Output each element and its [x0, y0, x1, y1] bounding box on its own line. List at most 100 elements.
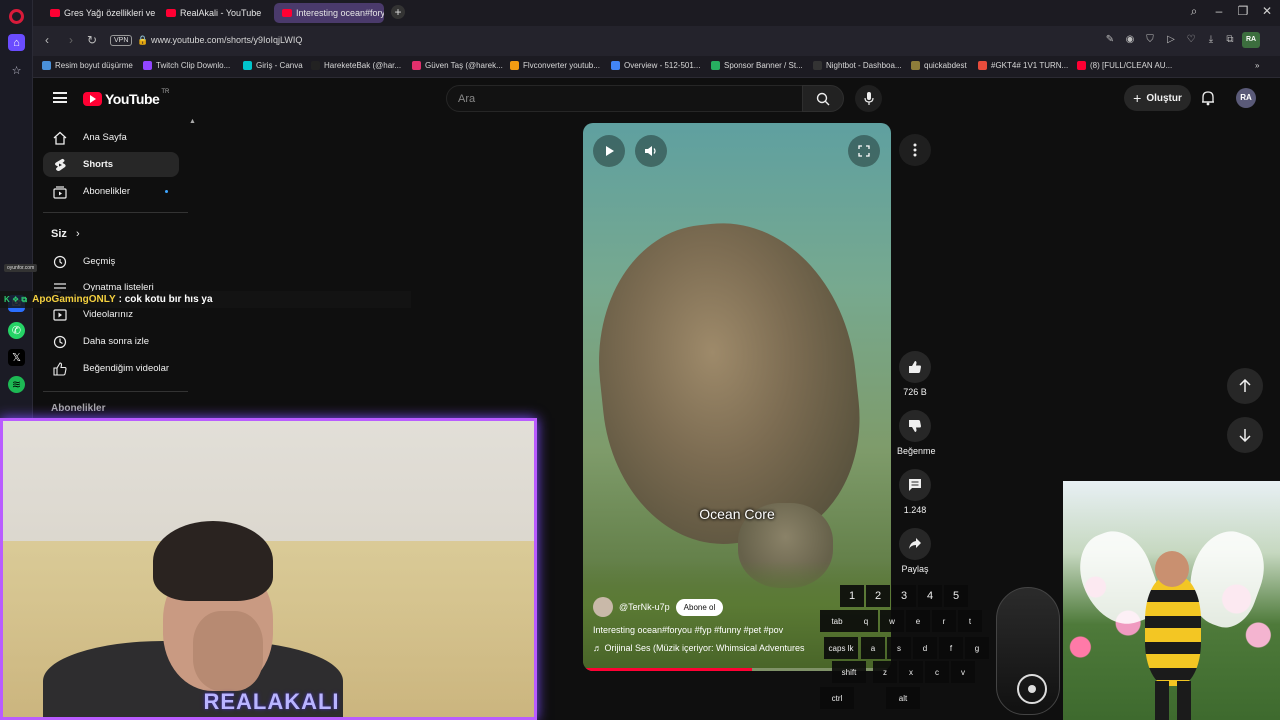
download-icon[interactable]: ⤓: [1205, 34, 1217, 46]
keyboard-key: shift: [832, 661, 866, 683]
url-field[interactable]: www.youtube.com/shorts/y9IoIqjLWIQ: [151, 35, 302, 45]
fullscreen-button[interactable]: [848, 135, 880, 167]
sidebar-item-shorts[interactable]: Shorts: [43, 152, 179, 177]
star-icon[interactable]: ☆: [8, 62, 25, 79]
search-button[interactable]: [802, 85, 844, 112]
bookmark-item[interactable]: Resim boyut düşürme: [42, 61, 133, 70]
lock-icon[interactable]: 🔒: [137, 35, 148, 46]
tab-gres-yagi[interactable]: Gres Yağı özellikleri ve Re: [42, 3, 155, 23]
sidebar-item-subscriptions[interactable]: Abonelikler: [43, 179, 179, 204]
youtube-logo[interactable]: YouTube TR: [83, 89, 169, 107]
comments-action[interactable]: 1.248: [897, 469, 933, 515]
bookmark-favicon-icon: [813, 61, 822, 70]
new-tab-button[interactable]: +: [391, 5, 405, 19]
shorts-icon: [55, 158, 66, 171]
vpn-badge[interactable]: VPN: [110, 35, 133, 46]
your-videos-icon: [53, 308, 67, 321]
keyboard-key: 2: [866, 585, 890, 607]
opera-logo-icon[interactable]: [9, 9, 24, 24]
video-description[interactable]: Interesting ocean#foryou #fyp #funny #pe…: [593, 625, 783, 635]
player-icon[interactable]: ▷: [1165, 34, 1177, 46]
bookmark-item[interactable]: Güven Taş (@harek...: [412, 61, 503, 70]
sidebar-item-history[interactable]: Geçmiş: [43, 249, 179, 274]
notifications-bell-icon[interactable]: [1201, 90, 1215, 106]
dislike-button[interactable]: [899, 410, 931, 442]
reload-button[interactable]: ↻: [85, 33, 99, 47]
like-action[interactable]: 726 B: [897, 351, 933, 397]
menu-icon[interactable]: [53, 92, 67, 103]
sidebar-scroll-up-icon[interactable]: ▲: [189, 118, 196, 125]
create-button[interactable]: + Oluştur: [1124, 85, 1191, 111]
channel-avatar[interactable]: [593, 597, 613, 617]
home-icon[interactable]: ⌂: [8, 34, 25, 51]
keyboard-key: f: [939, 637, 963, 659]
bookmark-item[interactable]: Twitch Clip Downlo...: [143, 61, 230, 70]
next-short-button[interactable]: [1227, 417, 1263, 453]
camera-icon[interactable]: ◉: [1124, 34, 1136, 46]
bookmark-item[interactable]: HareketeBak (@har...: [311, 61, 401, 70]
heart-icon[interactable]: ♡: [1185, 34, 1197, 46]
whatsapp-icon[interactable]: ✆: [8, 322, 25, 339]
arrow-down-icon: [1239, 429, 1251, 442]
bookmarks-overflow-icon[interactable]: »: [1255, 61, 1259, 70]
share-button[interactable]: [899, 528, 931, 560]
bookmark-item[interactable]: Nightbot - Dashboa...: [813, 61, 902, 70]
edit-icon[interactable]: ✎: [1104, 34, 1116, 46]
like-button[interactable]: [899, 351, 931, 383]
tab-active-short[interactable]: Interesting ocean#foryou: [274, 3, 384, 23]
comment-count: 1.248: [903, 505, 927, 515]
x-twitter-icon[interactable]: 𝕏: [8, 349, 25, 366]
clock-icon: [53, 335, 67, 348]
new-content-dot: [165, 190, 168, 193]
search-input[interactable]: Ara: [446, 85, 803, 112]
sidebar-item-watch-later[interactable]: Daha sonra izle: [43, 329, 179, 354]
bookmark-favicon-icon: [412, 61, 421, 70]
dislike-action[interactable]: Beğenme: [897, 410, 936, 456]
forward-button[interactable]: ›: [64, 33, 78, 47]
bookmark-item[interactable]: Giriş - Canva: [243, 61, 303, 70]
profile-badge-icon[interactable]: RA: [1242, 32, 1260, 48]
channel-name[interactable]: @TerNk-u7p: [619, 602, 670, 612]
sidebar-item-liked-videos[interactable]: Beğendiğim videolar: [43, 356, 179, 381]
back-button[interactable]: ‹: [40, 33, 54, 47]
account-avatar[interactable]: RA: [1236, 88, 1256, 108]
search-tabs-icon[interactable]: ⌕: [1185, 4, 1203, 19]
play-button[interactable]: [593, 135, 625, 167]
keyboard-key: r: [932, 610, 956, 632]
previous-short-button[interactable]: [1227, 368, 1263, 404]
share-action[interactable]: Paylaş: [897, 528, 933, 574]
fullscreen-icon: [858, 145, 870, 157]
minimize-button[interactable]: –: [1210, 4, 1228, 18]
keyboard-key: s: [887, 637, 911, 659]
sidebar-item-home[interactable]: Ana Sayfa: [43, 125, 179, 150]
volume-button[interactable]: [635, 135, 667, 167]
bookmark-favicon-icon: [978, 61, 987, 70]
sidebar-subscriptions-heading: Abonelikler: [51, 403, 106, 414]
bookmark-item[interactable]: quickabdest: [911, 61, 967, 70]
bookmark-item[interactable]: Flvconverter youtub...: [510, 61, 600, 70]
tab-realakali[interactable]: RealAkali - YouTube: [158, 3, 271, 23]
bookmark-item[interactable]: #GKT4# 1V1 TURN...: [978, 61, 1068, 70]
bee-leg-image: [1177, 681, 1191, 720]
more-options-button[interactable]: [899, 134, 931, 166]
more-vertical-icon: [913, 143, 917, 157]
extensions-icon[interactable]: ⧉: [1224, 34, 1236, 46]
maximize-button[interactable]: ❐: [1234, 4, 1252, 18]
comment-icon: [909, 479, 921, 491]
bookmark-item[interactable]: Overview - 512-501...: [611, 61, 700, 70]
video-sound[interactable]: ♬ Orijinal Ses (Müzik içeriyor: Whimsica…: [593, 643, 805, 653]
spotify-icon[interactable]: ≋: [8, 376, 25, 393]
keyboard-key: t: [958, 610, 982, 632]
plus-icon: +: [1133, 90, 1142, 106]
thumbs-up-icon: [53, 361, 67, 376]
close-window-button[interactable]: ✕: [1258, 4, 1276, 18]
sidebar-you-heading[interactable]: Siz ›: [51, 228, 80, 240]
subscribe-button[interactable]: Abone ol: [675, 598, 724, 616]
voice-search-button[interactable]: [855, 85, 882, 112]
chat-username: ApoGamingONLY: [32, 294, 116, 305]
bookmark-favicon-icon: [42, 61, 51, 70]
shield-icon[interactable]: ⛉: [1144, 34, 1156, 46]
bookmark-item[interactable]: (8) [FULL/CLEAN AU...: [1077, 61, 1172, 70]
bookmark-item[interactable]: Sponsor Banner / St...: [711, 61, 803, 70]
comments-button[interactable]: [899, 469, 931, 501]
